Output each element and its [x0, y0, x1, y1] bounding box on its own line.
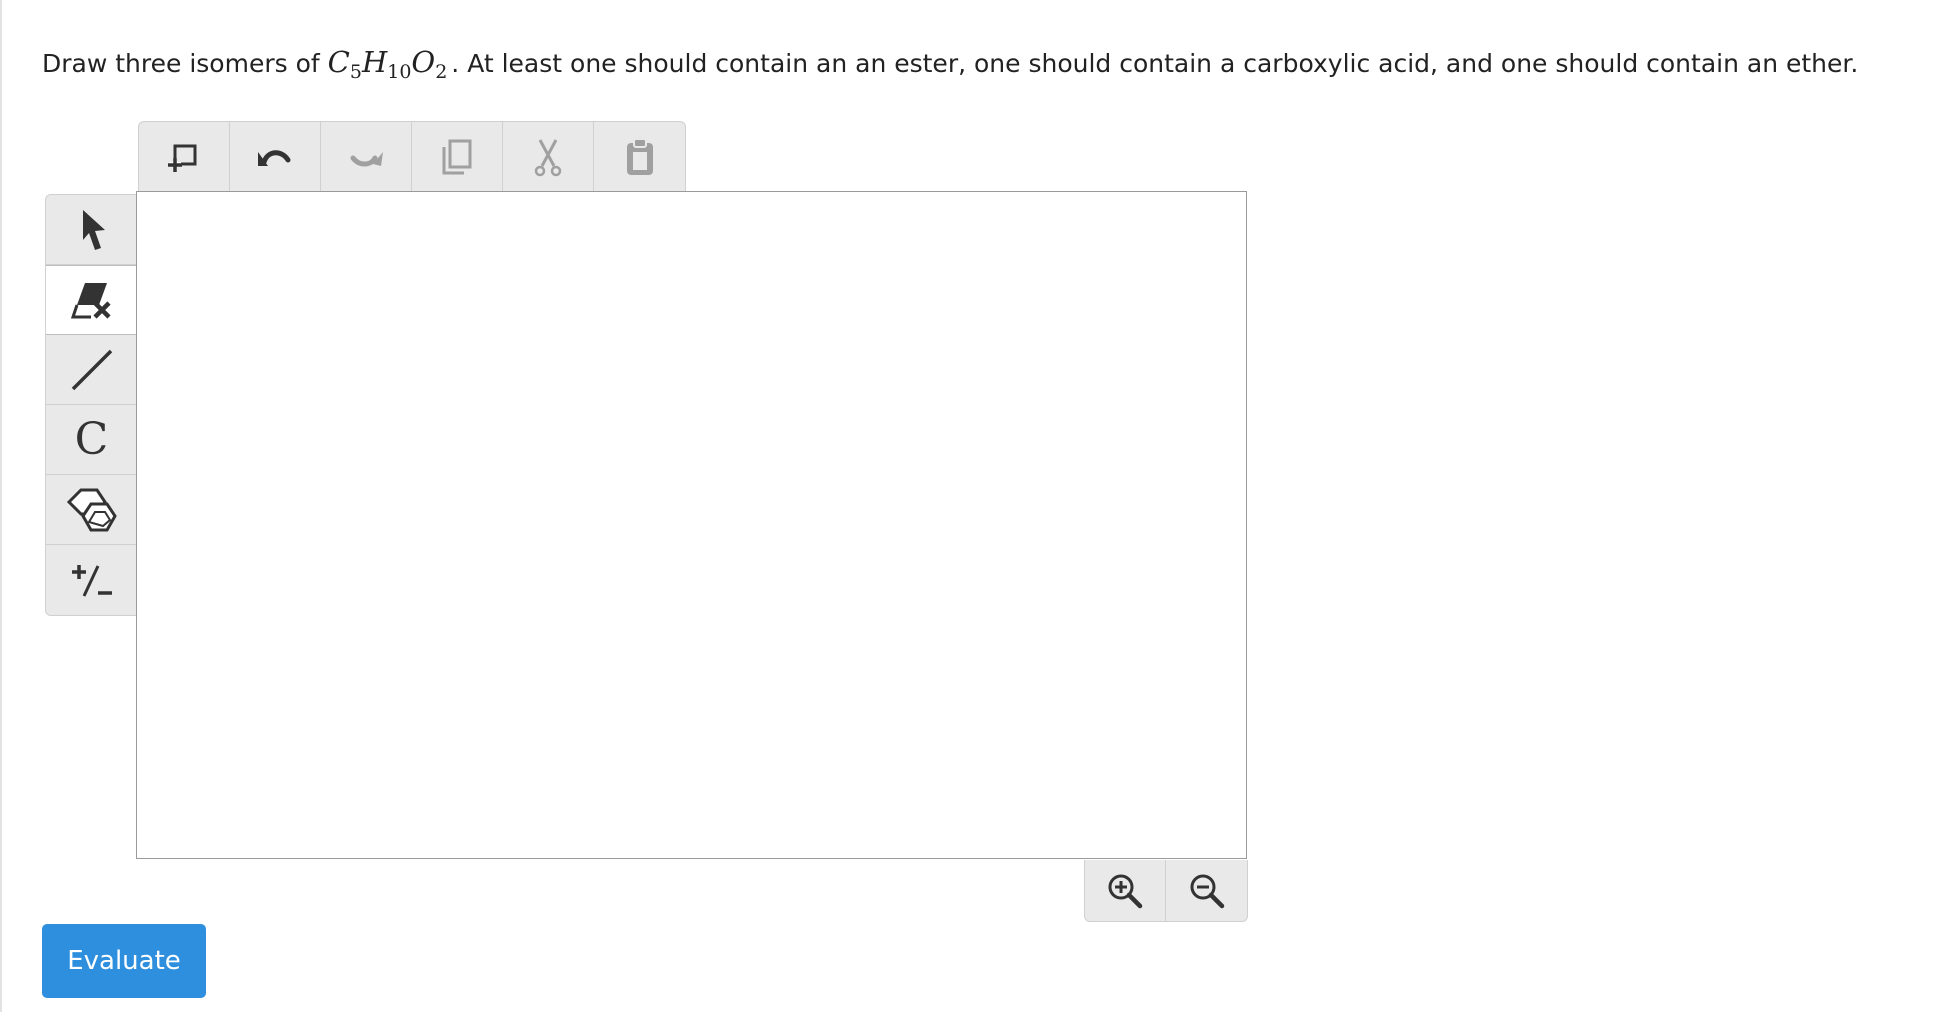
question-prefix: Draw three isomers of	[42, 49, 320, 78]
question-text: Draw three isomers of C5H10O2. At least …	[42, 44, 1858, 90]
new-structure-icon	[168, 144, 197, 172]
charge-tool-button[interactable]	[46, 545, 137, 615]
evaluate-button[interactable]: Evaluate	[42, 924, 206, 998]
charge-icon	[71, 565, 112, 597]
cut-button[interactable]	[503, 122, 594, 192]
molecular-formula: C5H10O2	[327, 45, 448, 83]
zoom-out-icon	[1190, 874, 1224, 908]
redo-button[interactable]	[321, 122, 412, 192]
paste-icon	[626, 138, 653, 175]
question-suffix: . At least one should contain an an este…	[451, 49, 1859, 78]
formula-c-sub: 5	[349, 61, 362, 83]
redo-icon	[350, 152, 383, 167]
eraser-tool-button[interactable]	[46, 265, 137, 335]
drawing-canvas[interactable]	[136, 191, 1247, 859]
formula-c: C	[327, 45, 350, 79]
formula-h-sub: 10	[387, 61, 412, 83]
atom-tool-button[interactable]: C	[46, 405, 137, 475]
editor-sidebar: C	[45, 194, 137, 616]
new-structure-button[interactable]	[139, 122, 230, 192]
formula-o-sub: 2	[435, 61, 448, 83]
copy-icon	[442, 139, 472, 175]
paste-button[interactable]	[594, 122, 685, 192]
cut-icon	[534, 139, 562, 177]
eraser-icon	[70, 283, 111, 319]
undo-icon	[258, 150, 291, 166]
zoom-in-icon	[1108, 874, 1143, 908]
bond-tool-button[interactable]	[46, 335, 137, 405]
copy-button[interactable]	[412, 122, 503, 192]
zoom-controls	[1084, 860, 1248, 922]
select-arrow-icon	[82, 209, 105, 250]
ring-template-icon	[66, 488, 117, 531]
zoom-out-button[interactable]	[1166, 860, 1247, 921]
left-border	[0, 0, 2, 1012]
select-tool-button[interactable]	[46, 195, 137, 265]
carbon-atom-label: C	[74, 413, 109, 465]
formula-o: O	[411, 45, 436, 79]
ring-template-button[interactable]	[46, 475, 137, 545]
formula-h: H	[361, 45, 388, 79]
bond-icon	[71, 349, 112, 390]
zoom-in-button[interactable]	[1085, 860, 1166, 921]
editor-toolbar	[138, 121, 686, 192]
undo-button[interactable]	[230, 122, 321, 192]
